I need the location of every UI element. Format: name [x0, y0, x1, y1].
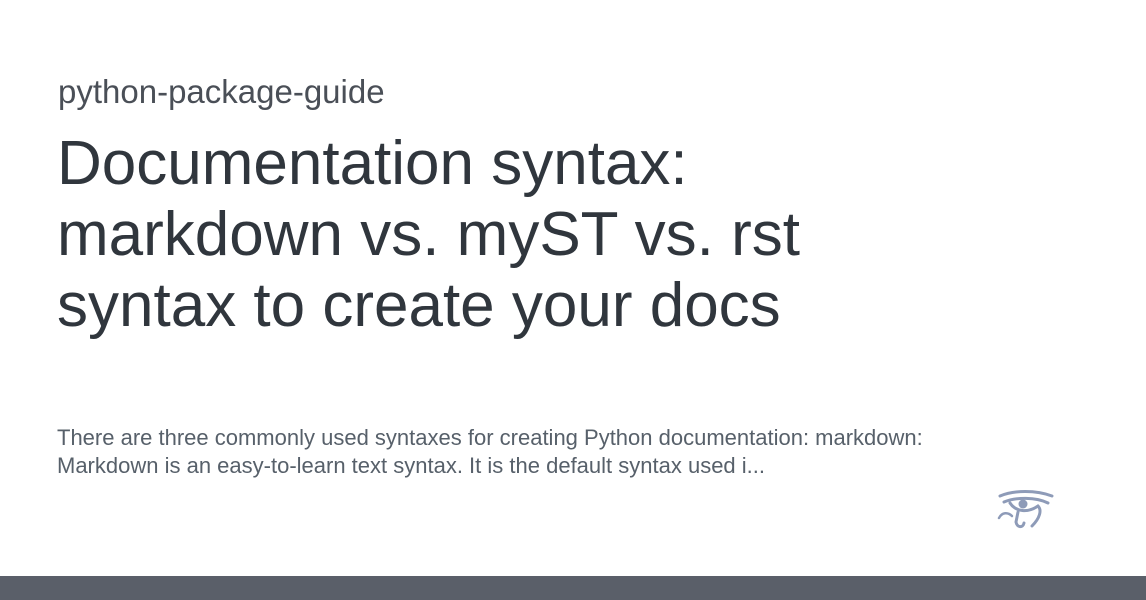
footer-bar [0, 576, 1146, 600]
eye-of-horus-icon [996, 488, 1056, 532]
page-description: There are three commonly used syntaxes f… [57, 425, 923, 478]
page-title: Documentation syntax: markdown vs. myST … [57, 129, 800, 340]
site-name: python-package-guide [58, 73, 385, 110]
social-preview-card: python-package-guide Documentation synta… [0, 0, 1146, 600]
